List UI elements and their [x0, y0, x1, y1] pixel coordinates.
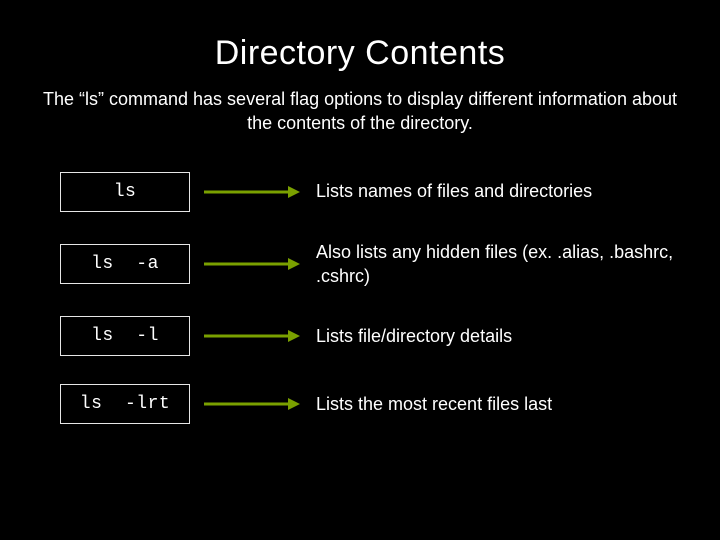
arrow-icon [204, 330, 300, 342]
command-row: ls Lists names of files and directories [60, 172, 676, 212]
command-box: ls -lrt [60, 384, 190, 424]
arrow-icon [204, 258, 300, 270]
slide-title: Directory Contents [24, 34, 696, 73]
slide: Directory Contents The “ls” command has … [0, 0, 720, 540]
command-list: ls Lists names of files and directories … [24, 172, 696, 425]
command-box: ls [60, 172, 190, 212]
command-row: ls -a Also lists any hidden files (ex. .… [60, 240, 676, 289]
command-box: ls -l [60, 316, 190, 356]
command-description: Lists names of files and directories [316, 179, 676, 203]
command-description: Also lists any hidden files (ex. .alias,… [316, 240, 676, 289]
command-row: ls -l Lists file/directory details [60, 316, 676, 356]
command-box: ls -a [60, 244, 190, 284]
arrow-icon [204, 398, 300, 410]
command-description: Lists file/directory details [316, 324, 676, 348]
command-row: ls -lrt Lists the most recent files last [60, 384, 676, 424]
command-description: Lists the most recent files last [316, 392, 676, 416]
arrow-icon [204, 186, 300, 198]
slide-subtitle: The “ls” command has several flag option… [40, 87, 680, 136]
